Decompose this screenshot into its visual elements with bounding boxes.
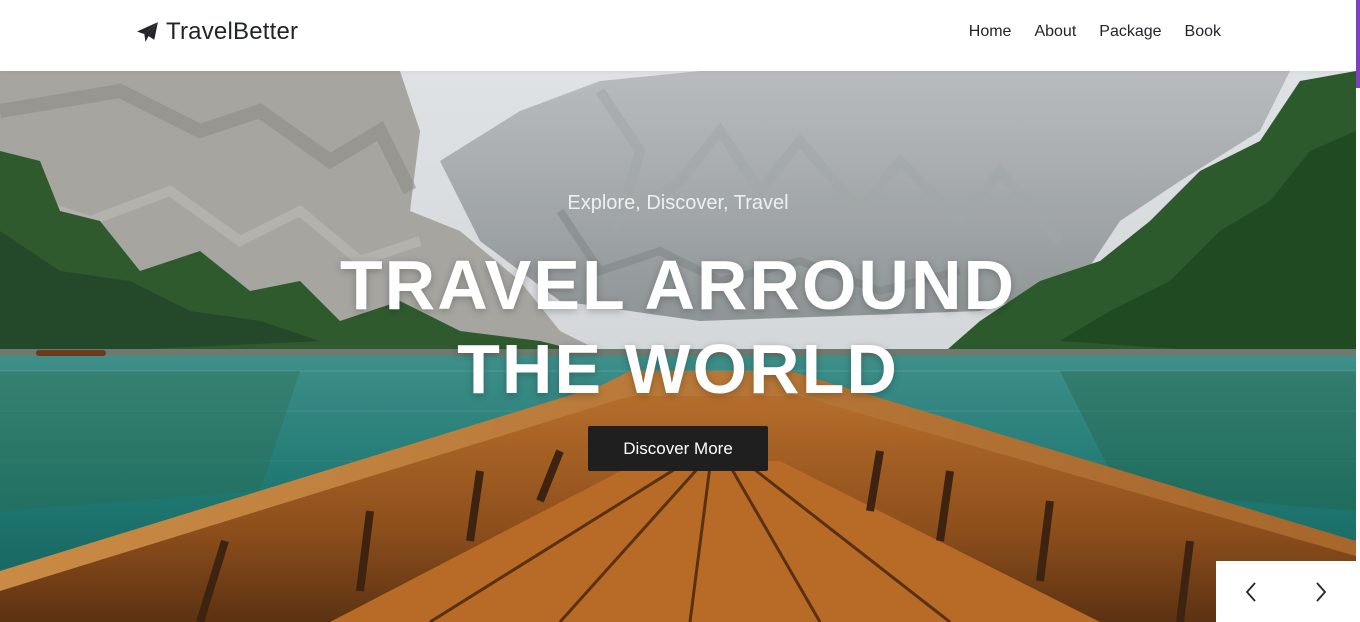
- nav-link-about[interactable]: About: [1034, 23, 1076, 41]
- brand-name: TravelBetter: [166, 18, 299, 45]
- hero-title: TRAVEL ARROUND THE WORLD: [0, 243, 1356, 411]
- nav-link-package[interactable]: Package: [1099, 23, 1161, 41]
- chevron-left-icon: [1245, 581, 1256, 602]
- carousel-next-button[interactable]: [1286, 561, 1356, 622]
- nav-link-book[interactable]: Book: [1185, 23, 1221, 41]
- hero-title-line-2: THE WORLD: [457, 330, 899, 408]
- nav-menu: Home About Package Book: [969, 23, 1221, 41]
- discover-more-button[interactable]: Discover More: [588, 426, 768, 471]
- carousel-controls: [1216, 561, 1356, 622]
- chevron-right-icon: [1316, 581, 1327, 602]
- brand-logo[interactable]: TravelBetter: [135, 18, 298, 46]
- scrollbar-thumb[interactable]: [1356, 0, 1360, 88]
- hero-content: Explore, Discover, Travel TRAVEL ARROUND…: [0, 71, 1356, 622]
- hero-subtitle: Explore, Discover, Travel: [567, 192, 789, 214]
- carousel-prev-button[interactable]: [1216, 561, 1286, 622]
- paper-plane-icon: [137, 21, 158, 42]
- hero-title-line-1: TRAVEL ARROUND: [339, 246, 1017, 324]
- navbar: TravelBetter Home About Package Book: [0, 0, 1356, 71]
- nav-link-home[interactable]: Home: [969, 23, 1012, 41]
- hero-section: Explore, Discover, Travel TRAVEL ARROUND…: [0, 71, 1356, 622]
